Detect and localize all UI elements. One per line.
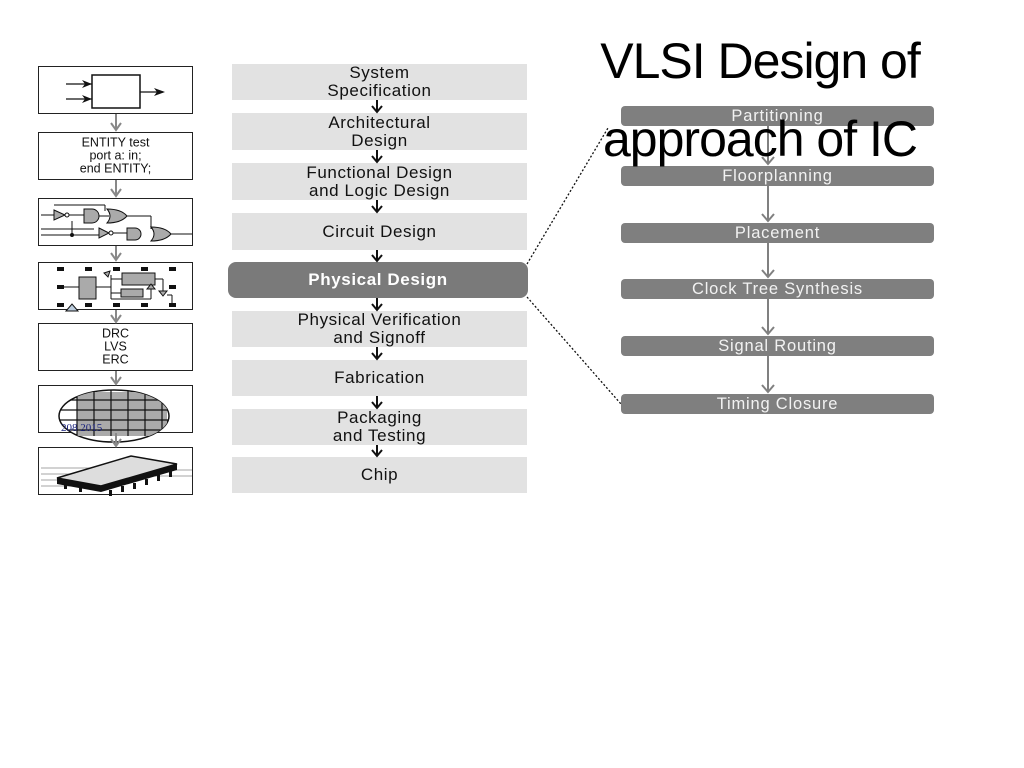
down-arrow-icon bbox=[761, 299, 775, 336]
substep-signal-routing: Signal Routing bbox=[621, 336, 934, 356]
substep-clock-tree-synthesis: Clock Tree Synthesis bbox=[621, 279, 934, 299]
substep-placement: Placement bbox=[621, 223, 934, 243]
slide-title: VLSI Design of approach of IC bbox=[540, 22, 980, 178]
substep-timing-closure: Timing Closure bbox=[621, 394, 934, 414]
title-line-1: VLSI Design of bbox=[600, 33, 921, 89]
down-arrow-icon bbox=[761, 243, 775, 279]
down-arrow-icon bbox=[761, 186, 775, 223]
down-arrow-icon bbox=[761, 356, 775, 394]
dotted-line-bottom bbox=[526, 296, 622, 405]
title-line-2: approach of IC bbox=[603, 111, 918, 167]
